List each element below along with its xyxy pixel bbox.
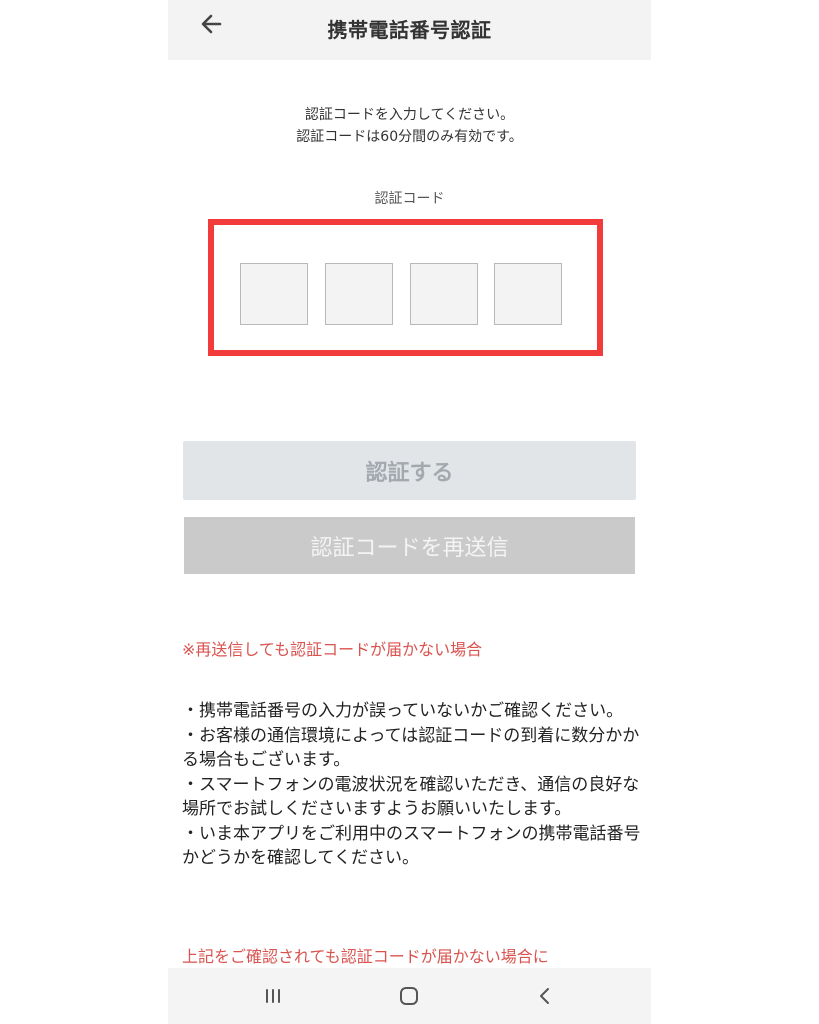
verify-button[interactable]: 認証する bbox=[183, 441, 636, 500]
notice-item: ・いま本アプリをご利用中のスマートフォンの携帯電話番号かどうかを確認してください… bbox=[182, 823, 641, 869]
notice-footer: 上記をご確認されても認証コードが届かない場合に bbox=[182, 947, 549, 966]
home-button[interactable] bbox=[394, 982, 424, 1010]
system-navbar bbox=[168, 968, 651, 1024]
code-input-group bbox=[240, 263, 570, 327]
code-label: 認証コード bbox=[374, 191, 445, 207]
app-header: 携帯電話番号認証 bbox=[168, 0, 651, 60]
instruction-text: 認証コードを入力してください。 認証コードは60分間のみ有効です。 bbox=[168, 104, 651, 148]
notice-item: ・スマートフォンの電波状況を確認いただき、通信の良好な場所でお試しくださいますよ… bbox=[182, 774, 640, 820]
code-digit-2[interactable] bbox=[325, 263, 393, 325]
home-icon bbox=[400, 987, 418, 1005]
notice-item: ・携帯電話番号の入力が誤っていないかご確認ください。 bbox=[182, 701, 624, 721]
resend-code-button[interactable]: 認証コードを再送信 bbox=[184, 517, 635, 574]
recent-apps-icon bbox=[266, 989, 280, 1003]
notice-item: ・お客様の通信環境によっては認証コードの到着に数分かかる場合もございます。 bbox=[182, 725, 640, 771]
code-digit-3[interactable] bbox=[410, 263, 478, 325]
instruction-line-2: 認証コードは60分間のみ有効です。 bbox=[296, 129, 523, 145]
notice-title: ※再送信しても認証コードが届かない場合 bbox=[182, 640, 483, 659]
notice-list: ・携帯電話番号の入力が誤っていないかご確認ください。 ・お客様の通信環境によって… bbox=[182, 699, 642, 871]
code-digit-1[interactable] bbox=[240, 263, 308, 325]
phone-screen: 携帯電話番号認証 認証コードを入力してください。 認証コードは60分間のみ有効で… bbox=[168, 0, 651, 1024]
instruction-line-1: 認証コードを入力してください。 bbox=[304, 107, 515, 123]
recent-apps-button[interactable] bbox=[258, 982, 288, 1010]
page-title: 携帯電話番号認証 bbox=[327, 18, 492, 42]
code-digit-4[interactable] bbox=[494, 263, 562, 325]
system-back-button[interactable] bbox=[530, 982, 560, 1010]
chevron-left-icon bbox=[540, 988, 549, 1004]
